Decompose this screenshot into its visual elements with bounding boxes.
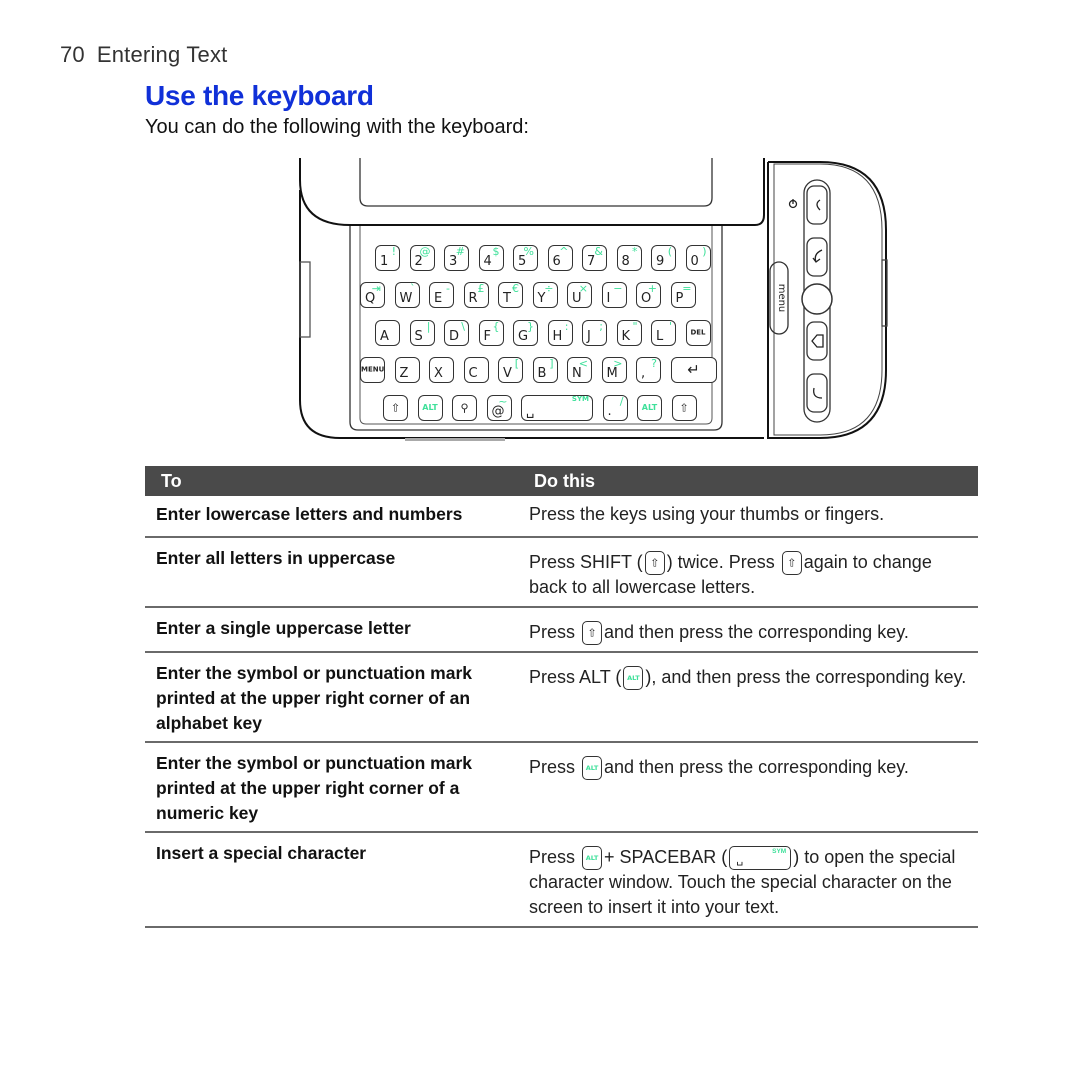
menu-key[interactable]: MENU (360, 357, 385, 383)
table-row: Enter all letters in uppercase Press SHI… (145, 538, 978, 608)
key-a[interactable]: A (375, 320, 400, 346)
spacebar-key-inline: ␣ SYM (729, 846, 792, 871)
table-row: Enter the symbol or punctuation mark pri… (145, 653, 978, 743)
key-t[interactable]: T € (498, 282, 523, 308)
alt-key-inline: ALT (623, 666, 644, 691)
key-g[interactable]: G} (513, 320, 538, 346)
key-comma[interactable]: ,? (636, 357, 661, 383)
key-2[interactable]: 2 @ (409, 245, 435, 271)
period-key[interactable]: . / (602, 395, 628, 421)
keyboard-actions-table: To Do this Enter lowercase letters and n… (145, 466, 978, 928)
call-end-icon (816, 199, 821, 211)
key-p[interactable]: P = (670, 282, 696, 308)
alt-key[interactable]: ALT (417, 395, 443, 421)
key-0[interactable]: 0) (685, 245, 711, 271)
key-o[interactable]: O + (636, 282, 661, 308)
header-do-this: Do this (534, 470, 595, 491)
key-w[interactable]: W ` (394, 282, 420, 308)
table-row: Insert a special character Press ALT + SP… (145, 833, 978, 928)
key-c[interactable]: C (463, 357, 489, 383)
chapter-title: Entering Text (96, 42, 228, 67)
shift-key-inline: ⇧ (781, 551, 802, 576)
section-title: Use the keyboard (145, 80, 374, 111)
key-6[interactable]: 6 ^ (547, 245, 573, 271)
key-k[interactable]: K " (616, 320, 642, 346)
key-y[interactable]: Y ÷ (532, 282, 558, 308)
phone-illustration: menu 1! 2 @ 3 # 4 $ 5% 6 ^ 7 & 8 * 9( 0) Q ⇥ W ` E - R £ T € Y ÷ U ×… (290, 150, 900, 450)
table-row: Enter a single uppercase letter Press ⇧ a… (145, 608, 978, 653)
intro-text: You can do the following with the keyboa… (145, 116, 529, 138)
key-1[interactable]: 1! (375, 245, 400, 271)
key-9[interactable]: 9( (651, 245, 676, 271)
key-b[interactable]: B] (532, 357, 558, 383)
shift-icon: ⇧ (587, 626, 597, 640)
shift-key-inline: ⇧ (582, 621, 603, 646)
key-l[interactable]: L ' (651, 320, 676, 346)
table-row: Enter the symbol or punctuation mark pri… (145, 743, 978, 833)
key-3[interactable]: 3 # (444, 245, 469, 271)
key-s[interactable]: S | (409, 320, 435, 346)
key-r[interactable]: R £ (463, 282, 489, 308)
menu-button-label: menu (776, 284, 787, 313)
header-to: To (161, 470, 182, 491)
key-4[interactable]: 4 $ (478, 245, 504, 271)
key-n[interactable]: N < (567, 357, 592, 383)
call-icon (813, 387, 823, 399)
qwerty-keyboard: 1! 2 @ 3 # 4 $ 5% 6 ^ 7 & 8 * 9( 0) Q ⇥ W ` E - R £ T € Y ÷ U × I − O + P… (355, 245, 717, 430)
key-8[interactable]: 8 * (616, 245, 642, 271)
shift-icon: ⇧ (650, 556, 660, 570)
key-q[interactable]: Q ⇥ (360, 282, 385, 308)
spacebar-key[interactable]: ␣ SYM (521, 395, 593, 421)
key-5[interactable]: 5% (513, 245, 538, 271)
key-i[interactable]: I − (601, 282, 627, 308)
key-e[interactable]: E- (429, 282, 454, 308)
key-u[interactable]: U × (567, 282, 592, 308)
alt-key-inline: ALT (582, 756, 603, 781)
power-icon (788, 199, 798, 209)
table-row: Enter lowercase letters and numbers Pres… (145, 496, 978, 538)
shift-key-right[interactable]: ⇧ (671, 395, 697, 421)
running-head: 70 Entering Text (60, 42, 227, 68)
key-d[interactable]: D \ (444, 320, 469, 346)
back-icon (812, 249, 823, 263)
at-key[interactable]: @ ~ (486, 395, 512, 421)
alt-key-right[interactable]: ALT (637, 395, 662, 421)
key-v[interactable]: V[ (498, 357, 523, 383)
key-f[interactable]: F{ (478, 320, 504, 346)
search-key[interactable]: ⚲ (452, 395, 477, 421)
delete-key[interactable]: DEL (685, 320, 711, 346)
key-x[interactable]: X (429, 357, 454, 383)
alt-key-inline: ALT (582, 846, 603, 871)
shift-icon: ⇧ (787, 556, 797, 570)
shift-key-inline: ⇧ (644, 551, 665, 576)
home-icon (811, 334, 824, 348)
shift-key[interactable]: ⇧ (383, 395, 408, 421)
enter-key[interactable]: ↵ (670, 357, 717, 383)
search-icon: ⚲ (460, 401, 469, 415)
table-header: To Do this (145, 466, 978, 496)
key-m[interactable]: M > (601, 357, 627, 383)
key-h[interactable]: H: (547, 320, 573, 346)
key-7[interactable]: 7 & (582, 245, 607, 271)
page-number: 70 (60, 42, 85, 67)
key-z[interactable]: Z (394, 357, 420, 383)
key-j[interactable]: J; (582, 320, 607, 346)
